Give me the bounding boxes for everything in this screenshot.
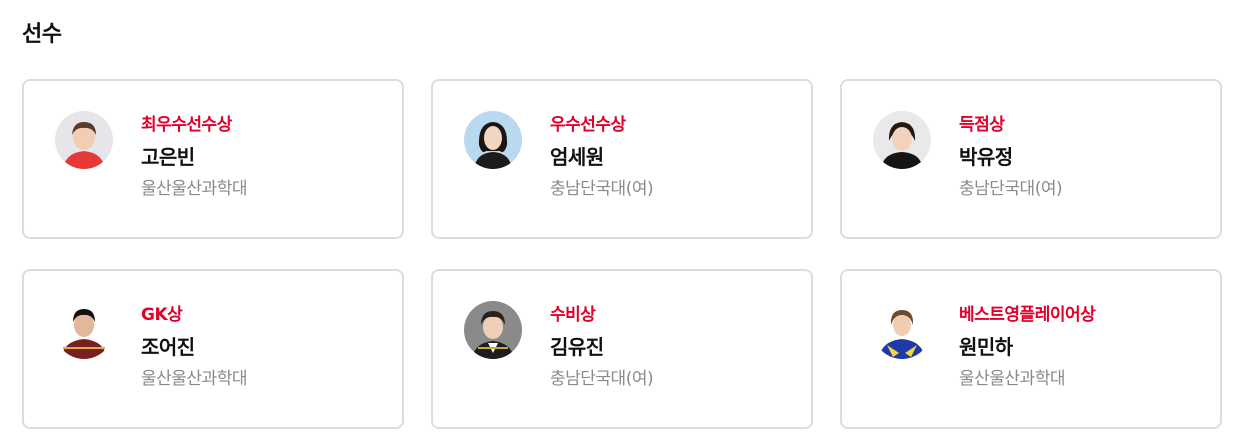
- award-title: 득점상: [959, 115, 1005, 135]
- player-school: 충남단국대(여): [959, 179, 1063, 199]
- player-card[interactable]: 우수선수상 엄세원 충남단국대(여): [431, 79, 813, 239]
- player-name: 김유진: [550, 335, 604, 359]
- player-photo: [464, 111, 522, 169]
- player-photo: [55, 301, 113, 359]
- player-card[interactable]: GK상 조어진 울산울산과학대: [22, 269, 404, 429]
- player-school: 울산울산과학대: [141, 179, 247, 199]
- award-title: GK상: [141, 305, 183, 325]
- player-name: 원민하: [959, 335, 1013, 359]
- player-school: 충남단국대(여): [550, 369, 654, 389]
- player-name: 고은빈: [141, 145, 195, 169]
- award-title: 베스트영플레이어상: [959, 305, 1096, 325]
- player-photo: [873, 111, 931, 169]
- player-photo: [55, 111, 113, 169]
- player-card[interactable]: 득점상 박유정 충남단국대(여): [840, 79, 1222, 239]
- player-photo: [464, 301, 522, 359]
- player-name: 조어진: [141, 335, 195, 359]
- player-school: 충남단국대(여): [550, 179, 654, 199]
- award-title: 최우수선수상: [141, 115, 232, 135]
- award-title: 수비상: [550, 305, 596, 325]
- player-name: 박유정: [959, 145, 1013, 169]
- player-card[interactable]: 최우수선수상 고은빈 울산울산과학대: [22, 79, 404, 239]
- section-title: 선수: [22, 22, 62, 47]
- player-school: 울산울산과학대: [959, 369, 1065, 389]
- award-title: 우수선수상: [550, 115, 626, 135]
- player-awards-grid: 최우수선수상 고은빈 울산울산과학대 우수선수상 엄세원 충남단국대(여) 득점…: [22, 79, 1222, 429]
- player-name: 엄세원: [550, 145, 604, 169]
- player-school: 울산울산과학대: [141, 369, 247, 389]
- player-photo: [873, 301, 931, 359]
- player-card[interactable]: 수비상 김유진 충남단국대(여): [431, 269, 813, 429]
- player-card[interactable]: 베스트영플레이어상 원민하 울산울산과학대: [840, 269, 1222, 429]
